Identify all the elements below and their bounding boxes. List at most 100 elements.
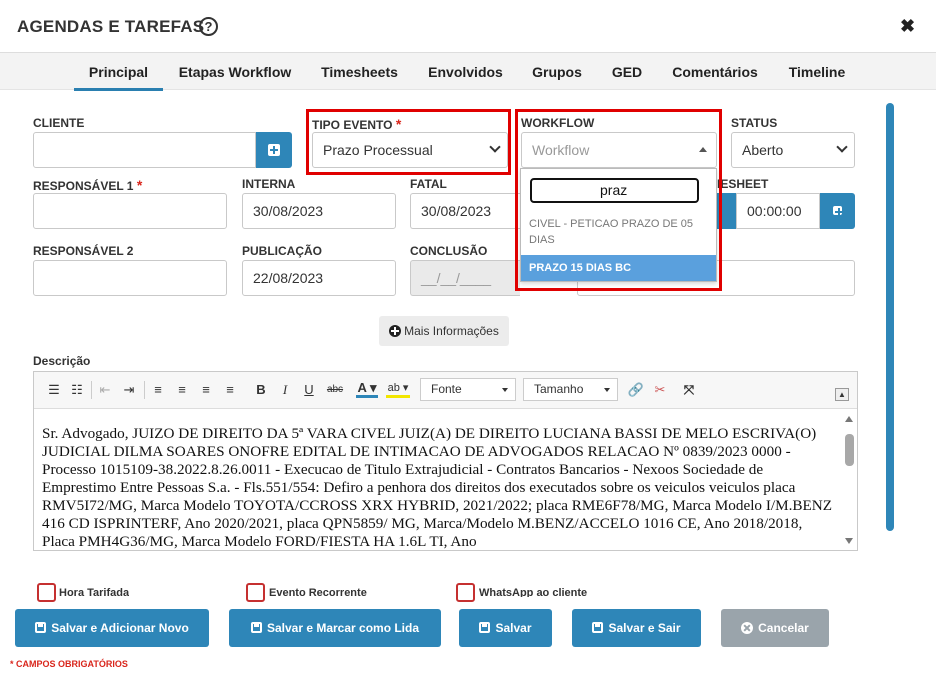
required-mark: * <box>136 177 143 193</box>
cliente-label: CLIENTE <box>33 116 85 130</box>
rich-text-editor[interactable]: ☰ ☷ ⇤ ⇥ ≡ ≡ ≡ ≡ B I U abc A ▾ ab ▾ Fonte… <box>33 371 858 551</box>
font-size-select[interactable]: Tamanho <box>523 378 618 401</box>
align-justify-icon[interactable]: ≡ <box>222 380 238 400</box>
tab-comentarios[interactable]: Comentários <box>664 53 766 91</box>
tab-ged[interactable]: GED <box>605 53 649 91</box>
add-cliente-button[interactable] <box>256 132 292 168</box>
italic-icon[interactable]: I <box>278 380 292 400</box>
ordered-list-icon[interactable]: ☰ <box>46 380 62 400</box>
unlink-icon[interactable]: ✂ <box>651 380 669 400</box>
tab-principal[interactable]: Principal <box>74 53 163 91</box>
button-label: Salvar e Sair <box>608 621 681 635</box>
responsavel1-input[interactable] <box>33 193 227 229</box>
align-left-icon[interactable]: ≡ <box>150 380 166 400</box>
fullscreen-icon[interactable]: ⤧ <box>680 380 698 400</box>
salvar-sair-button[interactable]: Salvar e Sair <box>572 609 701 647</box>
align-right-icon[interactable]: ≡ <box>198 380 214 400</box>
descricao-label: Descrição <box>33 354 91 368</box>
bold-icon[interactable]: B <box>254 380 268 400</box>
editor-scrollbar[interactable] <box>842 412 857 550</box>
close-icon[interactable]: ✖ <box>900 16 915 37</box>
toolbar-separator <box>144 381 145 399</box>
save-icon <box>250 622 262 633</box>
indent-icon[interactable]: ⇥ <box>120 380 138 400</box>
salvar-marcar-lida-button[interactable]: Salvar e Marcar como Lida <box>229 609 441 647</box>
font-size-value: Tamanho <box>534 382 584 396</box>
caret-down-icon <box>502 388 508 392</box>
font-family-value: Fonte <box>431 382 462 396</box>
toolbar-separator <box>91 381 92 399</box>
responsavel2-input[interactable] <box>33 260 227 296</box>
bullet-list-icon[interactable]: ☷ <box>69 380 85 400</box>
button-label: Cancelar <box>758 621 809 635</box>
mais-informacoes-label: Mais Informações <box>404 324 499 338</box>
status-value: Aberto <box>742 142 784 158</box>
descricao-text[interactable]: Sr. Advogado, JUIZO DE DIREITO DA 5ª VAR… <box>42 425 834 551</box>
responsavel1-label: RESPONSÁVEL 1 * <box>33 177 142 193</box>
underline-icon[interactable]: U <box>302 380 316 400</box>
tab-bar: Principal Etapas Workflow Timesheets Env… <box>0 52 936 91</box>
highlight-box-tipo-evento <box>306 109 511 175</box>
publicacao-label: PUBLICAÇÃO <box>242 244 322 258</box>
evento-recorrente-checkbox[interactable] <box>246 583 265 602</box>
conclusao-label: CONCLUSÃO <box>410 244 488 258</box>
align-center-icon[interactable]: ≡ <box>174 380 190 400</box>
highlight-color-icon[interactable]: ab ▾ <box>386 380 410 398</box>
publicacao-date-input[interactable]: 22/08/2023 <box>242 260 396 296</box>
scroll-down-icon[interactable] <box>845 538 853 544</box>
save-icon <box>479 622 491 633</box>
cancelar-button[interactable]: Cancelar <box>721 609 829 647</box>
page-scrollbar[interactable] <box>886 103 894 531</box>
conclusao-date-input: __/__/____ <box>410 260 520 296</box>
button-label: Salvar e Adicionar Novo <box>51 621 189 635</box>
highlight-box-workflow <box>515 109 722 291</box>
mais-informacoes-button[interactable]: Mais Informações <box>379 316 509 346</box>
hora-tarifada-checkbox[interactable] <box>37 583 56 602</box>
whatsapp-cliente-label: WhatsApp ao cliente <box>479 587 588 597</box>
tab-envolvidos[interactable]: Envolvidos <box>420 53 511 91</box>
font-family-select[interactable]: Fonte <box>420 378 516 401</box>
fatal-date-input[interactable]: 30/08/2023 <box>410 193 520 229</box>
required-fields-note: * CAMPOS OBRIGATÓRIOS <box>10 659 128 669</box>
close-circle-icon <box>741 622 754 634</box>
timesheet-label: IESHEET <box>717 177 769 191</box>
scroll-up-icon[interactable] <box>845 416 853 422</box>
salvar-button[interactable]: Salvar <box>459 609 552 647</box>
outdent-icon[interactable]: ⇤ <box>96 380 114 400</box>
link-icon[interactable]: 🔗 <box>627 380 645 400</box>
collapse-toolbar-icon[interactable]: ▲ <box>835 388 849 401</box>
scrollbar-thumb[interactable] <box>845 434 854 466</box>
button-label: Salvar e Marcar como Lida <box>266 621 420 635</box>
help-icon[interactable]: ? <box>199 17 218 36</box>
chevron-down-icon <box>836 141 848 153</box>
salvar-adicionar-novo-button[interactable]: Salvar e Adicionar Novo <box>15 609 209 647</box>
button-label: Salvar <box>495 621 532 635</box>
add-timesheet-button[interactable] <box>820 193 855 229</box>
cliente-input[interactable] <box>33 132 256 168</box>
plus-circle-icon <box>389 325 402 337</box>
hora-tarifada-label: Hora Tarifada <box>59 587 130 597</box>
status-select[interactable]: Aberto <box>731 132 855 168</box>
save-icon <box>592 622 604 633</box>
status-label: STATUS <box>731 116 778 130</box>
responsavel2-label: RESPONSÁVEL 2 <box>33 244 134 258</box>
tab-etapas-workflow[interactable]: Etapas Workflow <box>172 53 298 91</box>
timesheet-input[interactable]: 00:00:00 <box>736 193 820 229</box>
plus-square-icon <box>268 144 280 156</box>
responsavel1-label-text: RESPONSÁVEL 1 <box>33 179 134 193</box>
interna-date-input[interactable]: 30/08/2023 <box>242 193 396 229</box>
tab-grupos[interactable]: Grupos <box>524 53 590 91</box>
save-icon <box>35 622 47 633</box>
caret-down-icon <box>604 388 610 392</box>
font-color-icon[interactable]: A ▾ <box>356 380 378 398</box>
plus-square-icon <box>833 206 843 216</box>
strikethrough-icon[interactable]: abc <box>325 380 345 400</box>
evento-recorrente-label: Evento Recorrente <box>269 587 367 597</box>
modal-title: AGENDAS E TAREFAS <box>17 17 205 36</box>
interna-label: INTERNA <box>242 177 296 191</box>
fatal-label: FATAL <box>410 177 447 191</box>
tab-timeline[interactable]: Timeline <box>781 53 853 91</box>
editor-toolbar: ☰ ☷ ⇤ ⇥ ≡ ≡ ≡ ≡ B I U abc A ▾ ab ▾ Fonte… <box>34 372 857 409</box>
whatsapp-cliente-checkbox[interactable] <box>456 583 475 602</box>
tab-timesheets[interactable]: Timesheets <box>313 53 406 91</box>
